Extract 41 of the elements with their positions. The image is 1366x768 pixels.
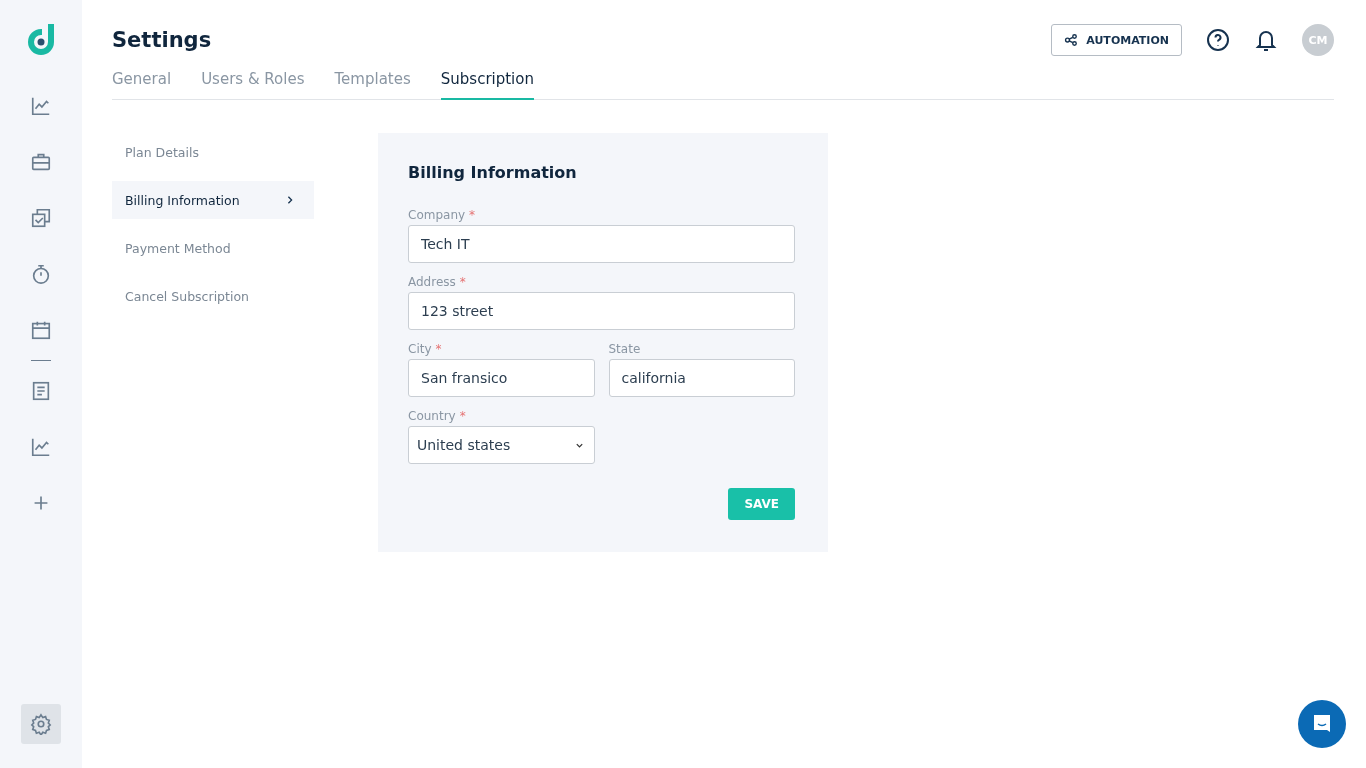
submenu-item[interactable]: Billing Information [112,181,314,219]
tab[interactable]: Subscription [440,70,534,100]
submenu-item[interactable]: Plan Details [112,133,314,171]
card-title: Billing Information [408,163,578,182]
field-label: Company [408,208,466,222]
input-field[interactable]: Tech IT [408,225,795,263]
submenu-label: Billing Information [125,192,240,208]
calendar-icon [30,319,52,341]
required-mark: * [469,208,476,222]
settings-button[interactable] [21,704,61,744]
field-label: Country [408,409,456,423]
field-label: Address [408,275,456,289]
notification-bell-icon[interactable] [1254,28,1278,52]
input-field[interactable]: 123 street [408,292,795,330]
required-mark: * [435,342,442,356]
line-chart-icon [30,436,52,458]
chevron-right-icon [286,195,294,205]
required-mark: * [459,409,466,423]
automation-button[interactable]: AUTOMATION [1051,24,1182,56]
logo[interactable] [27,24,55,56]
chat-button[interactable] [1298,700,1346,748]
briefcase-icon [30,151,52,173]
country-select[interactable]: United states [408,426,595,464]
input-field[interactable]: california [608,359,795,397]
submenu-item[interactable]: Cancel Subscription [112,277,314,315]
field-label: City [408,342,432,356]
submenu-label: Plan Details [125,144,199,160]
submenu-label: Cancel Subscription [125,288,249,304]
settings-icon [30,713,52,735]
field-label: State [608,342,641,356]
line-chart-icon [30,95,52,117]
document-icon [30,380,52,402]
help-icon[interactable] [1206,28,1230,52]
checklist-icon [30,207,52,229]
submenu-item[interactable]: Payment Method [112,229,314,267]
submenu-label: Payment Method [125,240,231,256]
page-title: Settings [112,28,212,52]
input-field[interactable]: San fransico [408,359,595,397]
share-nodes-icon [1064,33,1079,47]
required-mark: * [459,275,466,289]
stopwatch-icon [30,263,52,285]
